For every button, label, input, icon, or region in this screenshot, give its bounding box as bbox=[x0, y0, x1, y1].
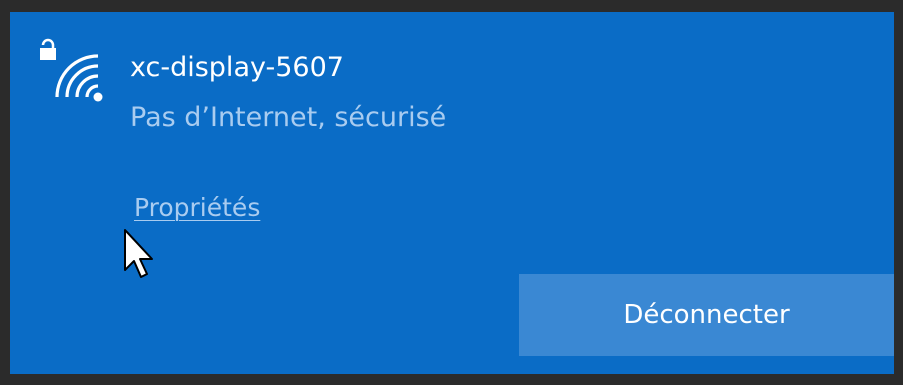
network-flyout-frame: xc-display-5607 Pas d’Internet, sécurisé… bbox=[0, 0, 903, 385]
network-item-panel[interactable]: xc-display-5607 Pas d’Internet, sécurisé… bbox=[10, 12, 894, 374]
mouse-pointer-icon bbox=[124, 229, 153, 278]
network-status: Pas d’Internet, sécurisé bbox=[130, 102, 447, 133]
properties-link[interactable]: Propriétés bbox=[134, 192, 260, 224]
wifi-secured-icon bbox=[40, 38, 103, 102]
disconnect-button[interactable]: Déconnecter bbox=[519, 274, 894, 356]
network-name: xc-display-5607 bbox=[130, 52, 344, 83]
